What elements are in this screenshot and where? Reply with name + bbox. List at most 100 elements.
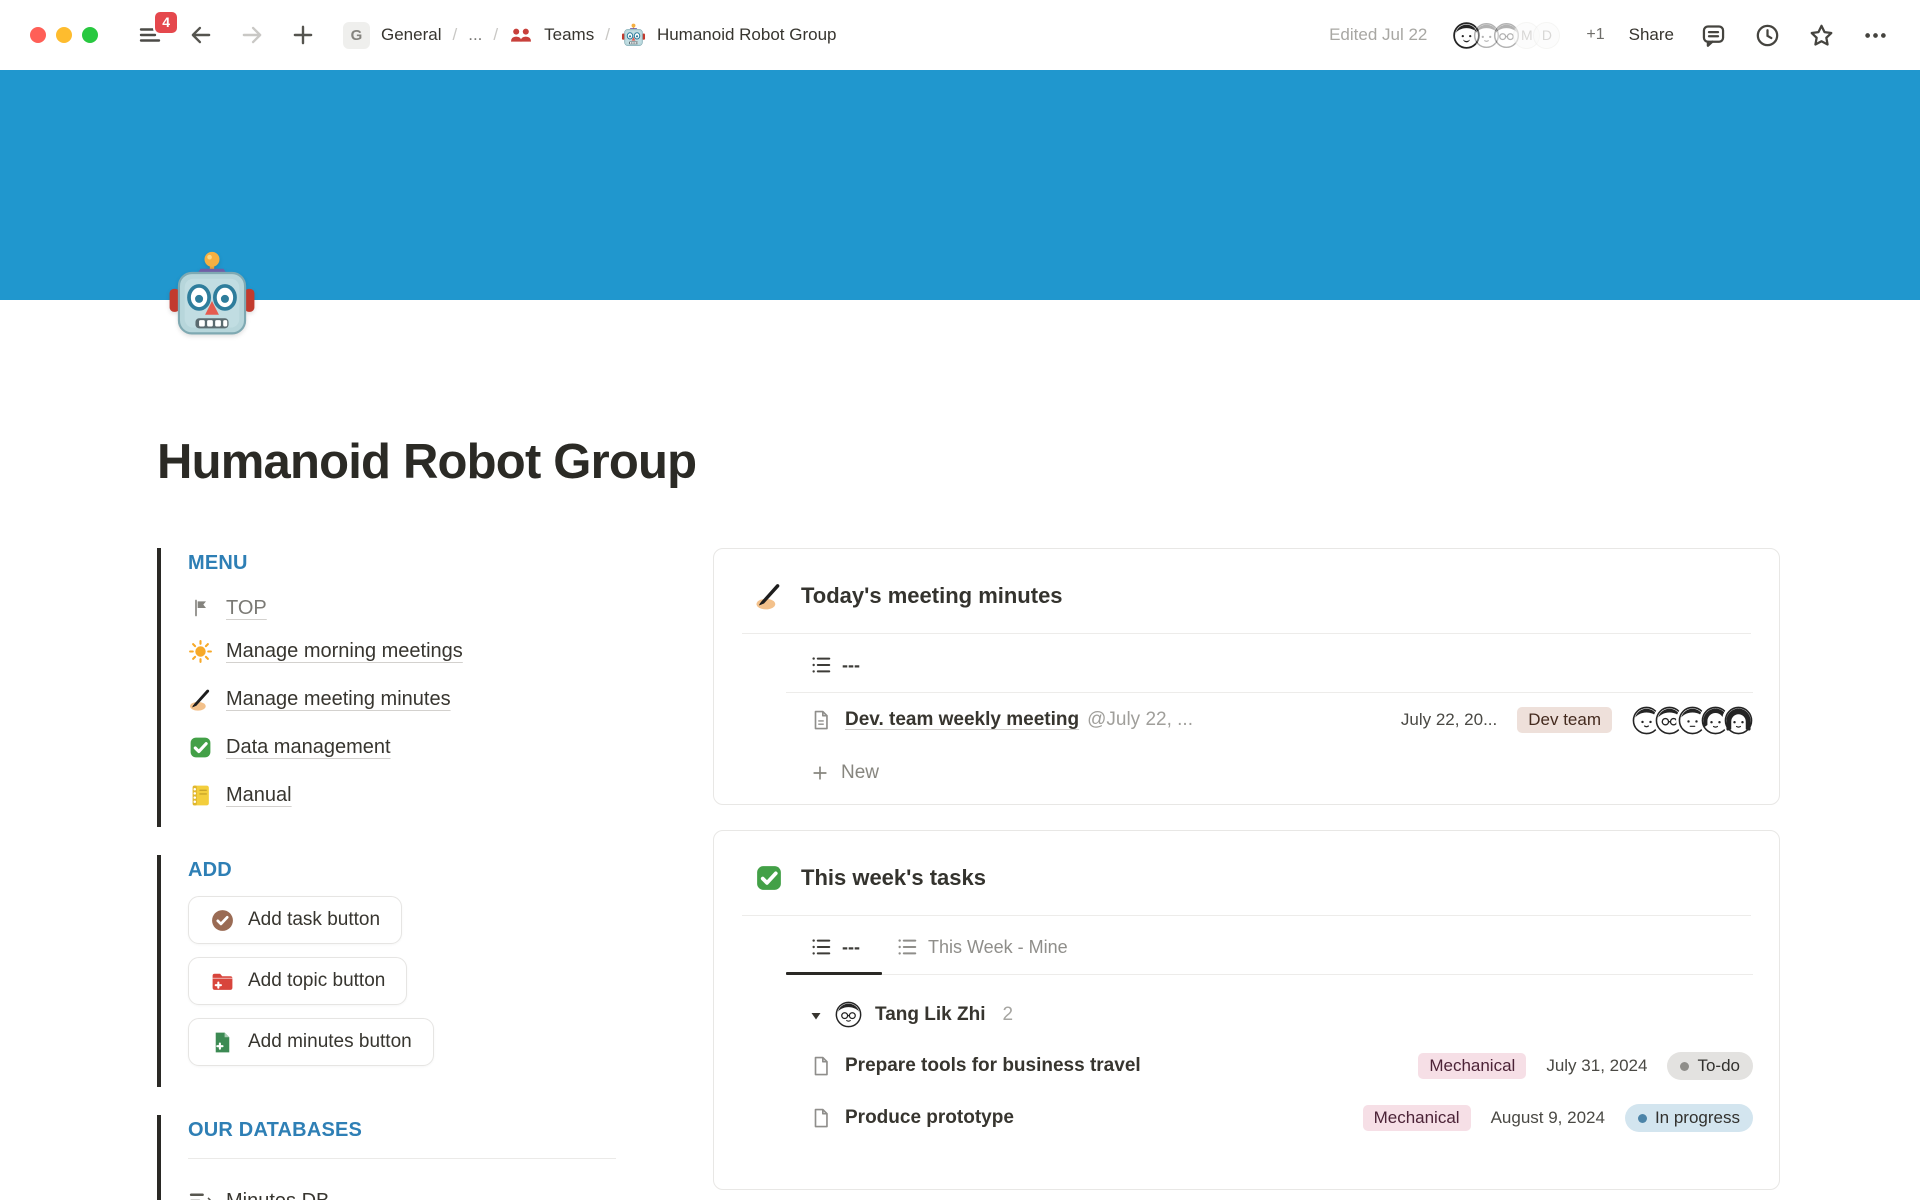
table-row[interactable]: Dev. team weekly meeting @July 22, ... J… bbox=[786, 693, 1753, 747]
menu-item-label: Manage morning meetings bbox=[226, 640, 463, 663]
row-title[interactable]: Produce prototype bbox=[845, 1107, 1014, 1129]
view-tab-label: --- bbox=[842, 655, 860, 676]
favorite-star-icon[interactable] bbox=[1806, 20, 1836, 50]
view-tab-label: This Week - Mine bbox=[928, 937, 1068, 958]
minutes-card: Today's meeting minutes --- bbox=[713, 548, 1780, 805]
window-topbar: 4 G General / ... / Teams bbox=[0, 0, 1920, 70]
new-tab-icon[interactable] bbox=[288, 20, 318, 50]
menu-item-label: TOP bbox=[226, 597, 267, 620]
row-avatars bbox=[1638, 706, 1753, 735]
add-heading: ADD bbox=[188, 859, 657, 882]
button-label: Add task button bbox=[248, 909, 380, 931]
menu-heading: MENU bbox=[188, 552, 657, 575]
new-row-button[interactable]: New bbox=[786, 747, 1753, 804]
new-row-label: New bbox=[841, 762, 879, 784]
status-dot bbox=[1638, 1114, 1647, 1123]
menu-item-top[interactable]: TOP bbox=[188, 589, 267, 627]
databases-heading: OUR DATABASES bbox=[188, 1119, 657, 1142]
sun-icon bbox=[188, 639, 213, 664]
add-minutes-button[interactable]: Add minutes button bbox=[188, 1018, 434, 1066]
menu-item-meeting-minutes[interactable]: Manage meeting minutes bbox=[188, 675, 451, 723]
status-badge: To-do bbox=[1667, 1052, 1753, 1080]
avatar-letter-d: D bbox=[1533, 22, 1560, 49]
view-tab-default[interactable]: --- bbox=[810, 936, 860, 958]
page-icon-robot[interactable] bbox=[166, 250, 258, 342]
add-section: ADD Add task button A bbox=[157, 855, 657, 1087]
row-date: July 22, 20... bbox=[1401, 710, 1497, 730]
menu-section: MENU TOP Manage m bbox=[157, 548, 657, 827]
team-tag: Dev team bbox=[1517, 707, 1612, 733]
breadcrumb-teams[interactable]: Teams bbox=[544, 25, 594, 45]
menu-item-data-management[interactable]: Data management bbox=[188, 723, 391, 771]
tasks-card: This week's tasks --- bbox=[713, 830, 1780, 1190]
zoom-window-button[interactable] bbox=[82, 27, 98, 43]
menu-item-label: Data management bbox=[226, 736, 391, 759]
more-options-icon[interactable] bbox=[1860, 20, 1890, 50]
close-window-button[interactable] bbox=[30, 27, 46, 43]
menu-item-morning-meetings[interactable]: Manage morning meetings bbox=[188, 627, 463, 675]
comments-icon[interactable] bbox=[1698, 20, 1728, 50]
breadcrumb-separator: / bbox=[605, 25, 610, 45]
writing-hand-icon bbox=[188, 687, 213, 712]
breadcrumb-page[interactable]: Humanoid Robot Group bbox=[657, 25, 837, 45]
database-item-label: Minutes DB bbox=[226, 1190, 329, 1200]
row-date-mention: @July 22, ... bbox=[1087, 709, 1193, 731]
view-tab-label: --- bbox=[842, 937, 860, 958]
row-title[interactable]: Prepare tools for business travel bbox=[845, 1055, 1141, 1077]
check-box-icon bbox=[188, 735, 213, 760]
row-title[interactable]: Dev. team weekly meeting bbox=[845, 709, 1079, 731]
view-tab-default[interactable]: --- bbox=[810, 654, 860, 676]
page-title: Humanoid Robot Group bbox=[157, 434, 1780, 490]
row-date: July 31, 2024 bbox=[1546, 1056, 1647, 1076]
add-topic-button[interactable]: Add topic button bbox=[188, 957, 407, 1005]
bulleted-list-icon bbox=[810, 936, 832, 958]
history-clock-icon[interactable] bbox=[1752, 20, 1782, 50]
breadcrumb-workspace[interactable]: General bbox=[381, 25, 441, 45]
avatar-long-hair bbox=[1724, 706, 1753, 735]
forward-icon[interactable] bbox=[237, 20, 267, 50]
category-tag: Mechanical bbox=[1418, 1053, 1526, 1079]
task-icon bbox=[210, 908, 235, 933]
divider bbox=[188, 1158, 616, 1159]
flag-icon bbox=[188, 596, 213, 621]
breadcrumb-separator: / bbox=[452, 25, 457, 45]
menu-item-label: Manage meeting minutes bbox=[226, 688, 451, 711]
viewer-avatars[interactable]: M D bbox=[1453, 22, 1560, 49]
button-label: Add minutes button bbox=[248, 1031, 412, 1053]
menu-item-label: Manual bbox=[226, 784, 292, 807]
workspace-chip[interactable]: G bbox=[343, 22, 370, 49]
avatar-glasses bbox=[835, 1001, 862, 1028]
minimize-window-button[interactable] bbox=[56, 27, 72, 43]
topic-folder-icon bbox=[210, 969, 235, 994]
share-button[interactable]: Share bbox=[1629, 25, 1674, 45]
group-count: 2 bbox=[1002, 1004, 1013, 1026]
breadcrumb: G General / ... / Teams / bbox=[343, 22, 836, 49]
robot-icon bbox=[621, 23, 646, 48]
db-edit-icon bbox=[188, 1189, 213, 1200]
breadcrumb-ellipsis[interactable]: ... bbox=[468, 25, 482, 45]
page-icon bbox=[810, 709, 832, 731]
menu-item-manual[interactable]: Manual bbox=[188, 771, 292, 819]
page-icon bbox=[810, 1055, 832, 1077]
ledger-icon bbox=[188, 783, 213, 808]
avatar-overflow-count[interactable]: +1 bbox=[1586, 26, 1604, 44]
collapse-triangle-icon[interactable] bbox=[810, 1009, 822, 1021]
bulleted-list-icon bbox=[810, 654, 832, 676]
card-title: Today's meeting minutes bbox=[801, 583, 1063, 609]
group-name: Tang Lik Zhi bbox=[875, 1004, 985, 1026]
databases-section: OUR DATABASES Minutes DB bbox=[157, 1115, 657, 1200]
group-row[interactable]: Tang Lik Zhi 2 bbox=[786, 975, 1753, 1040]
row-date: August 9, 2024 bbox=[1491, 1108, 1605, 1128]
window-controls bbox=[30, 27, 98, 43]
database-item-minutes-db[interactable]: Minutes DB bbox=[188, 1177, 329, 1200]
view-tab-this-week-mine[interactable]: This Week - Mine bbox=[896, 936, 1068, 958]
back-icon[interactable] bbox=[186, 20, 216, 50]
notification-badge: 4 bbox=[153, 10, 179, 35]
page-cover[interactable] bbox=[0, 70, 1920, 300]
add-task-button[interactable]: Add task button bbox=[188, 896, 402, 944]
table-row[interactable]: Prepare tools for business travel Mechan… bbox=[786, 1040, 1753, 1092]
table-row[interactable]: Produce prototype Mechanical August 9, 2… bbox=[786, 1092, 1753, 1144]
button-label: Add topic button bbox=[248, 970, 385, 992]
active-tab-indicator bbox=[786, 972, 882, 975]
sidebar-toggle-icon[interactable]: 4 bbox=[135, 20, 165, 50]
